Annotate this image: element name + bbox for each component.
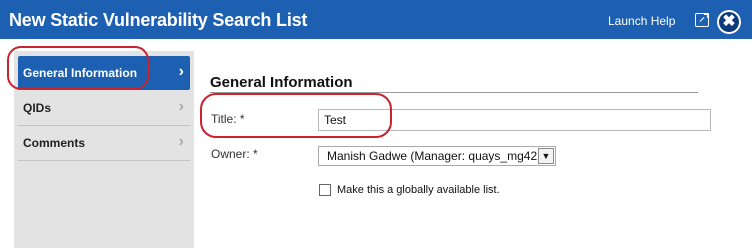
- sidebar-item-label: General Information: [23, 66, 138, 80]
- global-list-checkbox-label: Make this a globally available list.: [337, 184, 500, 196]
- title-label: Title: *: [211, 112, 245, 126]
- owner-label: Owner: *: [211, 147, 258, 161]
- sidebar-item-label: Comments: [23, 136, 86, 150]
- dialog-titlebar: New Static Vulnerability Search List Lau…: [0, 0, 752, 39]
- sidebar: General Information › QIDs › Comments ›: [14, 51, 194, 248]
- launch-help-link[interactable]: Launch Help: [608, 14, 675, 28]
- dialog-title: New Static Vulnerability Search List: [9, 10, 308, 30]
- section-title: General Information: [210, 74, 353, 91]
- chevron-right-icon: ›: [178, 133, 184, 150]
- chevron-right-icon: ›: [178, 63, 184, 80]
- popout-icon[interactable]: [695, 13, 709, 27]
- sidebar-item-comments[interactable]: Comments ›: [18, 126, 190, 160]
- section-divider: [210, 92, 698, 93]
- close-button[interactable]: ✖: [717, 10, 741, 34]
- owner-select[interactable]: Manish Gadwe (Manager: quays_mg42 ) ▼: [318, 146, 556, 166]
- chevron-right-icon: ›: [178, 98, 184, 115]
- chevron-down-icon[interactable]: ▼: [538, 148, 554, 164]
- owner-selected-value: Manish Gadwe (Manager: quays_mg42 ): [327, 149, 545, 163]
- close-icon: ✖: [722, 13, 736, 30]
- title-input[interactable]: [318, 109, 711, 131]
- sidebar-item-general-information[interactable]: General Information ›: [18, 56, 190, 90]
- sidebar-item-label: QIDs: [23, 101, 52, 115]
- sidebar-divider: [18, 160, 190, 161]
- sidebar-item-qids[interactable]: QIDs ›: [18, 91, 190, 125]
- global-list-checkbox[interactable]: [319, 184, 331, 196]
